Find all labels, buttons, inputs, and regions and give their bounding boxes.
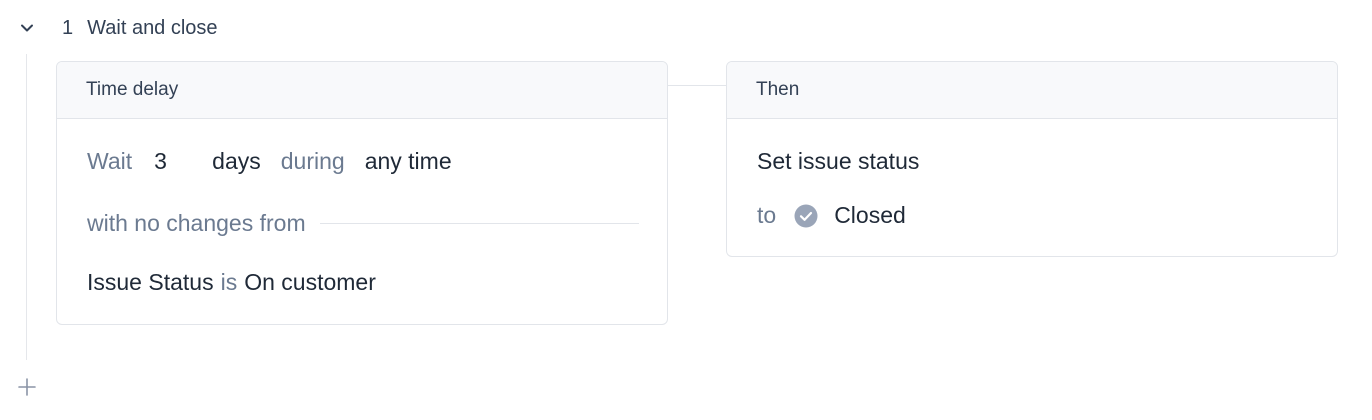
add-step-button[interactable] — [14, 374, 40, 400]
collapse-toggle[interactable] — [14, 15, 40, 41]
wait-duration-input[interactable]: 3 — [154, 148, 190, 175]
action-row: Set issue status — [757, 148, 919, 175]
card-connector — [667, 85, 726, 86]
action-label[interactable]: Set issue status — [757, 148, 919, 175]
divider — [319, 223, 639, 224]
no-changes-label: with no changes from — [87, 210, 306, 236]
check-circle-icon — [794, 204, 818, 228]
status-select[interactable]: Closed — [834, 202, 906, 229]
time-delay-card-header: Time delay — [57, 62, 667, 119]
step-number: 1 — [62, 16, 74, 39]
timeline-rail — [26, 54, 27, 360]
status-row: to Closed — [757, 202, 906, 229]
condition-field[interactable]: Issue Status — [87, 269, 214, 296]
step-title[interactable]: Wait and close — [87, 17, 217, 40]
section-header: 1 Wait and close — [14, 10, 218, 46]
wait-label: Wait — [87, 148, 133, 174]
wait-unit-select[interactable]: days — [212, 148, 261, 175]
to-label: to — [757, 202, 777, 228]
during-label: during — [280, 148, 345, 174]
time-delay-card[interactable]: Time delay Wait 3 days during any time w… — [56, 61, 668, 325]
workflow-canvas: 1 Wait and close Time delay Wait 3 days … — [0, 0, 1372, 420]
then-card[interactable]: Then Set issue status to Closed — [726, 61, 1338, 257]
wait-row: Wait 3 days during any time — [87, 148, 452, 175]
condition-value[interactable]: On customer — [244, 269, 376, 296]
chevron-down-icon — [21, 24, 33, 32]
no-changes-row: with no changes from — [87, 210, 639, 237]
then-card-header: Then — [727, 62, 1337, 119]
plus-icon — [18, 378, 36, 396]
condition-operator[interactable]: is — [221, 269, 238, 296]
condition-row[interactable]: Issue Status is On customer — [87, 269, 376, 296]
during-select[interactable]: any time — [365, 148, 452, 175]
